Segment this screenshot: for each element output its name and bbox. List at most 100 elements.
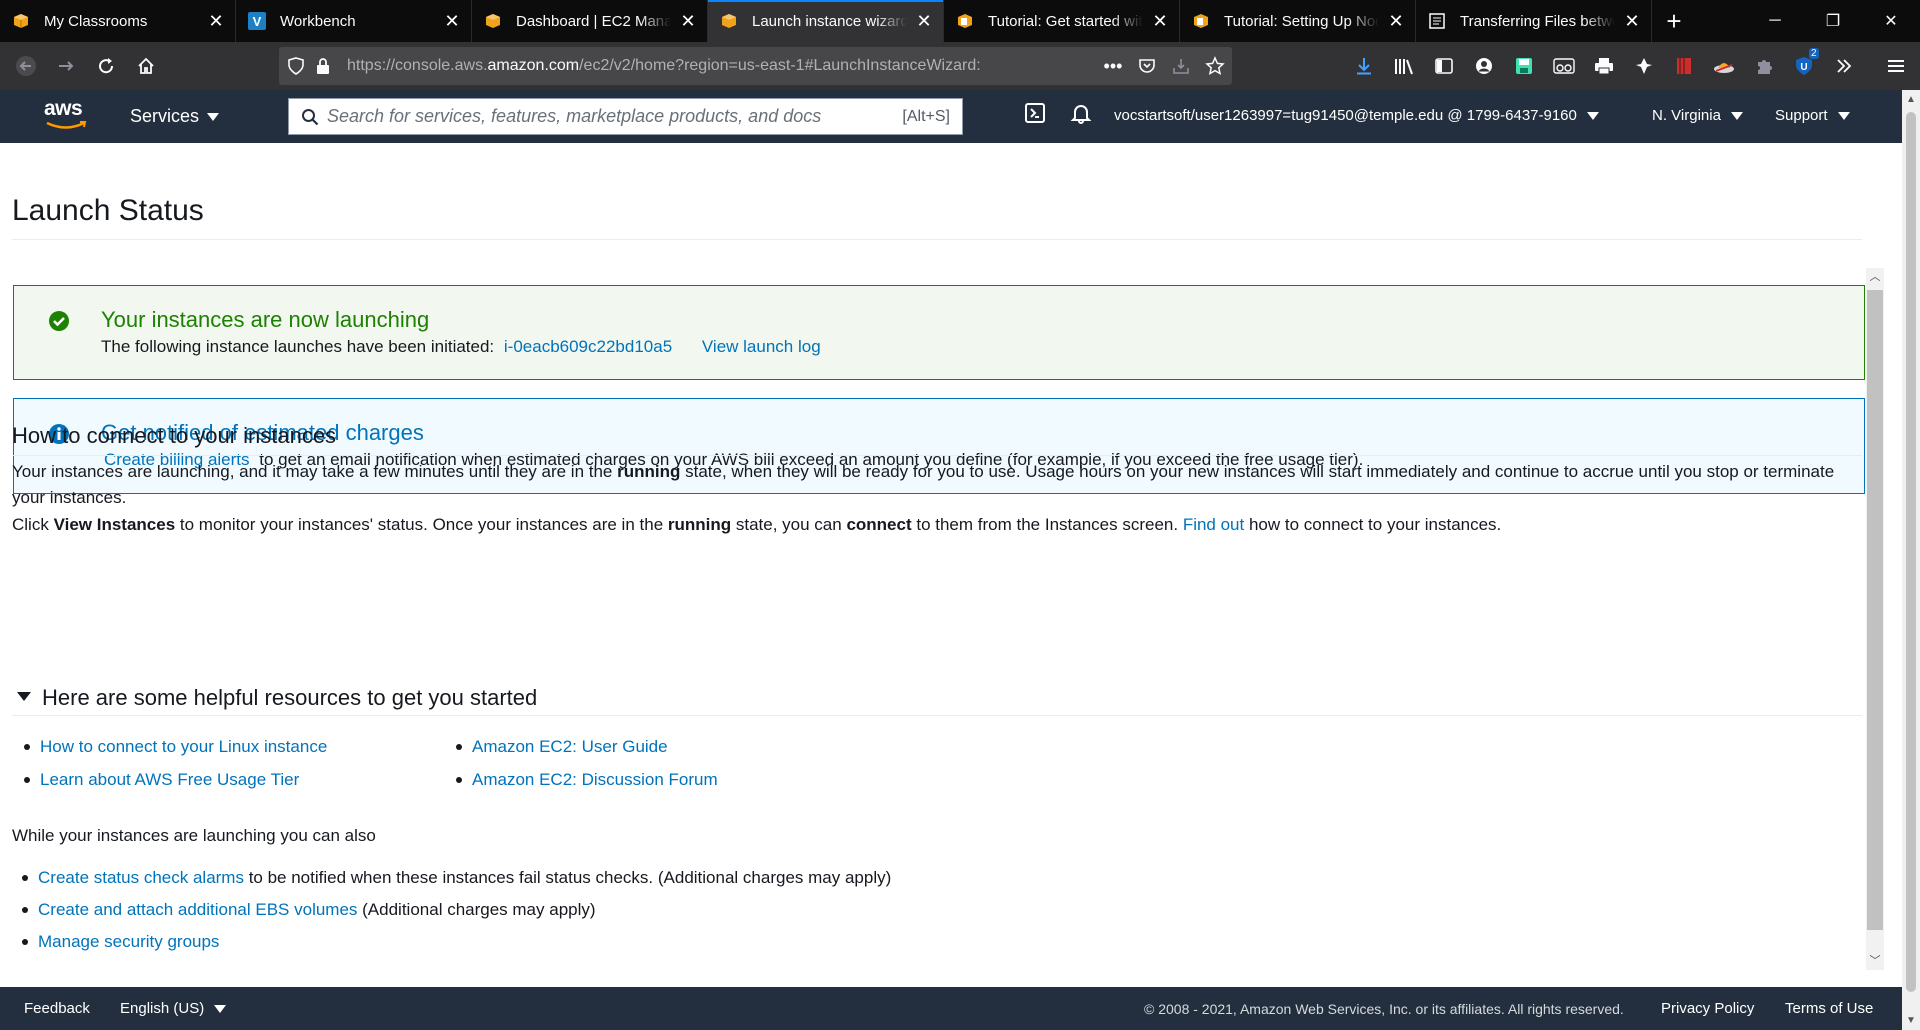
aws-smile-icon <box>46 121 87 129</box>
back-icon[interactable] <box>6 48 46 84</box>
page-scrollbar[interactable]: ▲ ▼ <box>1902 90 1920 1030</box>
vocareum-icon: V <box>248 12 266 30</box>
create-status-check-alarms-link[interactable]: Create status check alarms <box>38 868 244 887</box>
aws-search[interactable]: [Alt+S] <box>288 98 963 135</box>
aws-box-icon <box>12 12 30 30</box>
menu-hamburger-icon[interactable] <box>1876 42 1916 90</box>
ublock-icon[interactable]: U 2 <box>1784 42 1824 90</box>
close-tab-icon[interactable]: ✕ <box>1387 12 1405 30</box>
page-title: Launch Status <box>12 194 204 227</box>
instance-id-link[interactable]: i-0eacb609c22bd10a5 <box>504 337 672 356</box>
aws-box-icon <box>484 12 502 30</box>
shield-icon[interactable] <box>279 47 313 85</box>
reload-icon[interactable] <box>86 48 126 84</box>
browser-tab[interactable]: V Workbench ✕ <box>236 0 472 42</box>
check-circle-icon <box>48 310 70 332</box>
red-extension-icon[interactable] <box>1664 42 1704 90</box>
feedback-link[interactable]: Feedback <box>24 1000 90 1017</box>
create-ebs-volumes-link[interactable]: Create and attach additional EBS volumes <box>38 900 357 919</box>
forward-icon[interactable] <box>46 48 86 84</box>
save-to-pocket-icon[interactable] <box>1164 47 1198 85</box>
caret-down-icon <box>214 1004 227 1013</box>
region-menu[interactable]: N. Virginia <box>1652 107 1743 124</box>
view-launch-log-link[interactable]: View launch log <box>702 337 821 356</box>
close-tab-icon[interactable]: ✕ <box>443 12 461 30</box>
browser-tab[interactable]: Transferring Files betwee ✕ <box>1416 0 1652 42</box>
resource-link[interactable]: Amazon EC2: Discussion Forum <box>472 770 718 789</box>
resources-heading[interactable]: Here are some helpful resources to get y… <box>42 685 537 711</box>
new-tab-button[interactable]: + <box>1652 0 1696 42</box>
resource-link[interactable]: Amazon EC2: User Guide <box>472 737 668 756</box>
close-tab-icon[interactable]: ✕ <box>1623 12 1641 30</box>
caret-down-icon <box>1586 111 1599 120</box>
close-tab-icon[interactable]: ✕ <box>207 12 225 30</box>
account-menu[interactable]: vocstartsoft/user1263997=tug91450@temple… <box>1114 107 1599 124</box>
resource-link[interactable]: Learn about AWS Free Usage Tier <box>40 770 299 789</box>
content-scrollbar-thumb[interactable] <box>1867 290 1883 930</box>
hat-extension-icon[interactable] <box>1704 42 1744 90</box>
success-heading: Your instances are now launching <box>101 307 430 332</box>
terms-of-use-link[interactable]: Terms of Use <box>1785 1000 1873 1017</box>
home-icon[interactable] <box>126 48 166 84</box>
pocket-icon[interactable] <box>1130 47 1164 85</box>
restore-icon[interactable]: ❐ <box>1804 0 1862 42</box>
list-item: Amazon EC2: User Guide <box>454 734 718 767</box>
puzzle-icon[interactable] <box>1744 42 1784 90</box>
main-content: Launch Status Your instances are now lau… <box>0 143 1902 987</box>
close-tab-icon[interactable]: ✕ <box>679 12 697 30</box>
aws-console-header: aws Services [Alt+S] vocstartsoft/user12… <box>0 90 1902 143</box>
scroll-down-icon[interactable]: ﹀ <box>1866 952 1884 970</box>
browser-tab[interactable]: My Classrooms ✕ <box>0 0 236 42</box>
resources-list-left: How to connect to your Linux instance Le… <box>22 734 327 800</box>
more-actions-icon[interactable]: ••• <box>1096 47 1130 85</box>
browser-tab[interactable]: Dashboard | EC2 Manag ✕ <box>472 0 708 42</box>
list-item: Create status check alarms to be notifie… <box>20 865 891 897</box>
caret-down-icon <box>1730 111 1743 120</box>
aws-logo[interactable]: aws <box>44 98 88 133</box>
overflow-chevron-icon[interactable] <box>1824 42 1864 90</box>
browser-tab-active[interactable]: Launch instance wizard ✕ <box>708 0 944 42</box>
resources-list-right: Amazon EC2: User Guide Amazon EC2: Discu… <box>454 734 718 800</box>
browser-tab[interactable]: Tutorial: Get started with ✕ <box>944 0 1180 42</box>
close-window-icon[interactable]: ✕ <box>1862 0 1920 42</box>
save-extension-icon[interactable] <box>1504 42 1544 90</box>
minimize-icon[interactable]: ─ <box>1746 0 1804 42</box>
print-icon[interactable] <box>1584 42 1624 90</box>
extension-badge: 2 <box>1809 48 1819 59</box>
bookmark-star-icon[interactable] <box>1198 47 1232 85</box>
extension-puzzle-icon[interactable] <box>1624 42 1664 90</box>
account-icon[interactable] <box>1464 42 1504 90</box>
sidebar-icon[interactable] <box>1424 42 1464 90</box>
content-scrollbar[interactable]: ︿ ﹀ <box>1866 268 1884 970</box>
notifications-bell-icon[interactable] <box>1070 102 1092 129</box>
search-input[interactable] <box>319 99 903 134</box>
url-bar[interactable]: https://console.aws.amazon.com/ec2/v2/ho… <box>279 47 1232 85</box>
find-out-link[interactable]: Find out <box>1183 515 1244 534</box>
services-menu[interactable]: Services <box>130 106 220 127</box>
browser-tab-strip: My Classrooms ✕ V Workbench ✕ Dashboard … <box>0 0 1920 42</box>
collapse-triangle-icon[interactable] <box>17 692 31 701</box>
connect-heading: How to connect to your instances <box>12 423 337 448</box>
privacy-policy-link[interactable]: Privacy Policy <box>1661 1000 1754 1017</box>
close-tab-icon[interactable]: ✕ <box>1151 12 1169 30</box>
connect-paragraph-1: Your instances are launching, and it may… <box>12 462 1835 507</box>
browser-tab[interactable]: Tutorial: Setting Up Nod ✕ <box>1180 0 1416 42</box>
aws-book-icon <box>956 12 974 30</box>
language-selector[interactable]: English (US) <box>120 1000 227 1017</box>
page-scrollbar-thumb[interactable] <box>1906 112 1916 992</box>
scroll-up-icon[interactable]: ︿ <box>1866 268 1884 286</box>
url-text[interactable]: https://console.aws.amazon.com/ec2/v2/ho… <box>347 57 981 75</box>
scroll-up-icon[interactable]: ▲ <box>1905 94 1917 105</box>
list-item: Amazon EC2: Discussion Forum <box>454 767 718 800</box>
scroll-down-icon[interactable]: ▼ <box>1905 1015 1917 1026</box>
list-item: How to connect to your Linux instance <box>22 734 327 767</box>
download-icon[interactable] <box>1344 42 1384 90</box>
resource-link[interactable]: How to connect to your Linux instance <box>40 737 327 756</box>
close-tab-icon[interactable]: ✕ <box>915 12 933 30</box>
library-icon[interactable] <box>1384 42 1424 90</box>
manage-security-groups-link[interactable]: Manage security groups <box>38 932 219 951</box>
reader-extension-icon[interactable] <box>1544 42 1584 90</box>
lock-icon[interactable] <box>313 47 333 85</box>
cloudshell-icon[interactable] <box>1024 102 1046 129</box>
support-menu[interactable]: Support <box>1775 107 1850 124</box>
